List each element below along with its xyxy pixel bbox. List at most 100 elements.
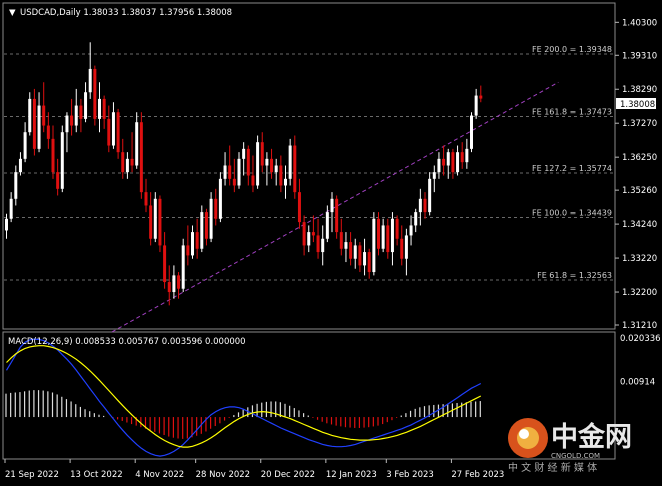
price-tick-label: 1.40300: [622, 18, 657, 28]
candle: [98, 82, 101, 133]
candle: [321, 225, 325, 266]
candle-body: [111, 112, 115, 146]
candle-body: [470, 115, 473, 149]
candle-body: [335, 198, 339, 233]
candle: [232, 158, 236, 193]
date-tick-label: 4 Nov 2022: [135, 470, 184, 480]
candle: [460, 142, 464, 169]
candle: [363, 238, 367, 276]
candle: [32, 88, 36, 156]
candle-body: [125, 158, 129, 173]
candle-body: [181, 245, 185, 289]
candle-body: [214, 198, 218, 219]
candle: [218, 172, 222, 223]
candle: [121, 138, 125, 179]
candle: [191, 225, 194, 259]
candle: [139, 112, 143, 199]
candle: [470, 112, 473, 153]
candle-body: [404, 235, 408, 259]
candle-body: [242, 148, 246, 159]
brand-slogan: 中 文 财 经 新 媒 体: [508, 461, 597, 474]
macd-tick-label: 0.020336: [620, 334, 661, 344]
candle-body: [70, 115, 74, 126]
candle-body: [167, 282, 171, 293]
candle: [358, 242, 362, 273]
candle-body: [381, 225, 385, 249]
candle-body: [311, 232, 315, 236]
candle: [446, 148, 450, 179]
candle-body: [414, 212, 418, 226]
candle-body: [23, 132, 27, 159]
candle: [84, 82, 88, 123]
candle-body: [390, 218, 394, 253]
candle-body: [344, 242, 348, 249]
price-tick-label: 1.33220: [622, 254, 657, 264]
candle: [367, 248, 371, 279]
candle: [130, 132, 134, 173]
candle-body: [209, 198, 213, 239]
candle: [46, 112, 50, 149]
axes: 1.40300 1.39310 1.38290 1.37270 1.36250 1.352…: [4, 18, 661, 480]
candle-body: [274, 165, 278, 173]
candle-body: [474, 95, 478, 116]
brand-logo-dot-icon: [519, 429, 529, 439]
candle-body: [284, 178, 287, 186]
price-tick-label: 1.39310: [622, 51, 657, 61]
candle-body: [349, 242, 353, 259]
macd-info: MACD(12,26,9) 0.008533 0.005767 0.003596…: [8, 337, 246, 347]
candle: [414, 208, 418, 233]
candle-body: [270, 158, 274, 173]
candle-body: [32, 98, 36, 149]
candle: [386, 218, 390, 259]
candle-body: [353, 245, 357, 259]
candle-body: [135, 122, 139, 166]
fib-label: FE 100.0 = 1.34439: [532, 208, 612, 217]
candle-body: [102, 98, 106, 119]
candle: [149, 192, 153, 246]
candle-body: [232, 178, 236, 186]
candle: [56, 158, 60, 196]
candle: [23, 122, 27, 163]
candle: [377, 212, 380, 256]
candle: [311, 215, 315, 243]
date-tick-label: 27 Feb 2023: [451, 470, 504, 480]
candle: [237, 152, 241, 189]
candle: [125, 152, 129, 179]
candle: [200, 205, 204, 253]
candle: [214, 188, 218, 226]
candle: [209, 192, 213, 243]
watermark: 中金网 CNGOLD.COM 中 文 财 经 新 媒 体: [508, 418, 632, 474]
macd-line: [5, 338, 482, 457]
candle-body: [367, 252, 371, 273]
candle: [204, 208, 208, 246]
candle-body: [204, 212, 208, 239]
candle-body: [265, 158, 269, 166]
candle: [51, 125, 55, 179]
candle: [135, 112, 139, 169]
candle-body: [377, 218, 380, 249]
symbol-info: USDCAD,Daily 1.38033 1.38037 1.37956 1.3…: [20, 8, 232, 18]
candle-body: [451, 152, 455, 173]
candle: [265, 152, 269, 186]
candle-body: [339, 232, 343, 249]
symbol-menu-icon[interactable]: ▼: [9, 8, 16, 18]
candle-body: [316, 235, 320, 253]
candle: [172, 265, 176, 299]
candle-body: [74, 105, 78, 126]
candle-body: [409, 225, 413, 236]
candle: [432, 165, 436, 193]
candle-body: [302, 222, 306, 246]
candle-body: [293, 145, 297, 193]
candle-body: [191, 232, 194, 256]
candle-body: [321, 238, 325, 253]
price-tick-label: 1.34240: [622, 220, 657, 230]
candle: [42, 82, 46, 133]
price-tick-label: 1.32200: [622, 288, 657, 298]
price-tick-label: 1.31210: [622, 321, 657, 331]
candle-body: [172, 275, 176, 293]
candle-body: [442, 158, 446, 166]
candle-body: [418, 198, 422, 213]
candle-body: [65, 115, 69, 133]
candle-body: [18, 158, 22, 173]
candle-body: [307, 232, 311, 246]
